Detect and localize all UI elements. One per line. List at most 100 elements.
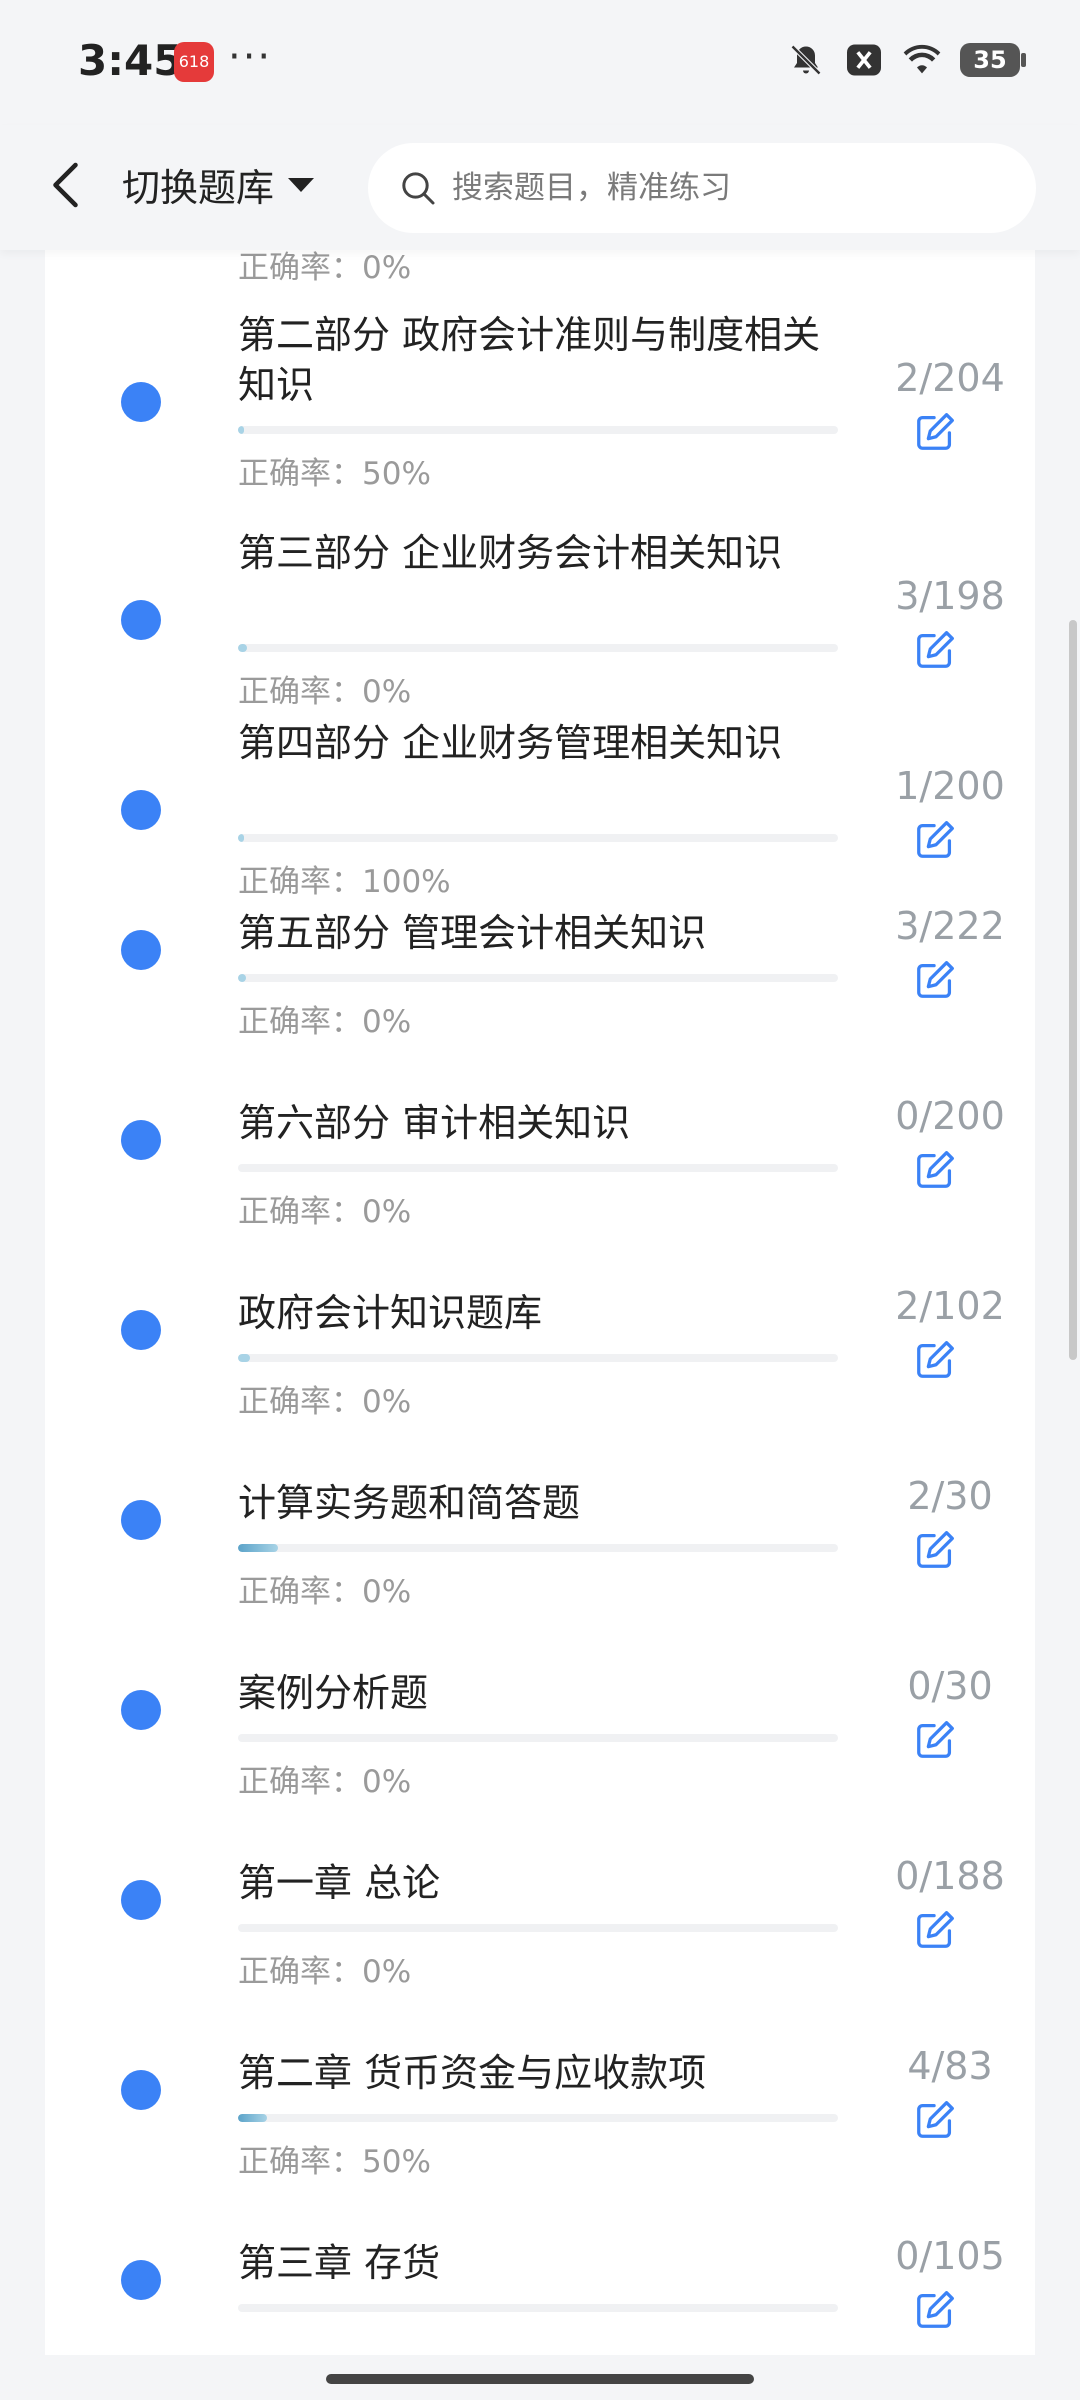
edit-icon[interactable] [913,626,959,672]
progress-count: 0/200 [895,1094,1005,1138]
progress-bar [238,1924,838,1932]
progress-fill [238,974,247,982]
item-title: 第五部分 管理会计相关知识 [238,911,707,955]
search-icon [402,172,435,205]
list-item[interactable]: 第五部分 管理会计相关知识正确率：0% 3/222 [45,904,1035,1098]
list-item[interactable]: 第四部分 企业财务管理相关知识正确率：100% 1/200 [45,718,1035,908]
list-item[interactable]: 第六部分 审计相关知识正确率：0% 0/200 [45,1094,1035,1288]
status-dot [121,600,161,640]
accuracy-text: 正确率：0% [238,1384,412,1420]
progress-bar [238,426,838,434]
item-title: 第三章 存货 [238,2241,441,2285]
switch-question-bank-button[interactable]: 切换题库 [122,157,315,212]
progress-count: 2/30 [907,1474,993,1518]
item-title: 第六部分 审计相关知识 [238,1101,631,1145]
accuracy-text: 正确率：50% [238,2144,431,2180]
battery-icon: 35 [960,43,1026,77]
status-dot [121,2260,161,2300]
edit-icon[interactable] [913,2286,959,2332]
progress-fill [238,1544,279,1552]
edit-icon[interactable] [913,1526,959,1572]
progress-count: 0/30 [907,1664,993,1708]
list-item[interactable]: 政府会计知识题库 正确率：0% 2/102 [45,1284,1035,1478]
bell-muted-icon [786,40,826,80]
status-dot [121,2070,161,2110]
wifi-icon [902,40,942,80]
list-item[interactable]: 第二部分 政府会计准则与制度相关知识正确率：50% 2/204 [45,310,1035,500]
accuracy-text: 正确率：50% [238,456,431,492]
progress-count: 3/198 [895,574,1005,618]
progress-bar [238,1734,838,1742]
progress-bar [238,2304,838,2312]
search-bar[interactable] [368,143,1036,233]
search-input[interactable] [450,169,1014,207]
progress-count: 2/204 [895,356,1005,400]
edit-icon[interactable] [913,2096,959,2142]
progress-count: 1/200 [895,764,1005,808]
edit-icon[interactable] [913,816,959,862]
home-indicator[interactable] [326,2374,754,2384]
item-title: 第二章 货币资金与应收款项 [238,2051,707,2095]
progress-count: 0/105 [895,2234,1005,2278]
progress-fill [238,1354,250,1362]
list-item[interactable]: 第三部分 企业财务会计相关知识 正确率：0% 3/198 [45,528,1035,718]
edit-icon[interactable] [913,1716,959,1762]
list-item[interactable]: 第一章 总论 正确率：0% 0/188 [45,1854,1035,2048]
status-dot [121,1880,161,1920]
status-dot [121,1310,161,1350]
list-item[interactable]: 第三章 存货 0/105 [45,2234,1035,2355]
progress-bar [238,1164,838,1172]
status-dot [121,1120,161,1160]
status-dot [121,382,161,422]
status-dot [121,1500,161,1540]
edit-icon[interactable] [913,1336,959,1382]
status-dot [121,790,161,830]
accuracy-text: 正确率：0% [238,1574,412,1610]
progress-bar [238,1354,838,1362]
accuracy-text: 正确率：0% [238,1954,412,1990]
progress-bar [238,974,838,982]
status-bar: 3:45 618 ··· 35 [0,0,1080,125]
chevron-left-icon [53,162,78,208]
status-icons: 35 [786,40,1026,80]
close-box-icon [844,40,884,80]
list-item[interactable]: 第二章 货币资金与应收款项正确率：50% 4/83 [45,2044,1035,2238]
progress-bar [238,644,838,652]
item-title: 计算实务题和简答题 [238,1481,581,1525]
item-title: 第三部分 企业财务会计相关知识 [238,531,783,575]
switch-question-bank-label: 切换题库 [122,166,275,210]
list-item[interactable]: 案例分析题 正确率：0% 0/30 [45,1664,1035,1858]
accuracy-text: 正确率：100% [238,864,451,900]
status-dot [121,930,161,970]
progress-bar [238,834,838,842]
edit-icon[interactable] [913,408,959,454]
progress-count: 3/222 [895,904,1005,948]
more-notifications-icon: ··· [228,34,273,80]
progress-fill [238,426,244,434]
edit-icon[interactable] [913,1906,959,1952]
progress-count: 4/83 [907,2044,993,2088]
list-item[interactable]: 计算实务题和简答题正确率：0% 2/30 [45,1474,1035,1668]
progress-fill [238,644,248,652]
item-title: 第四部分 企业财务管理相关知识 [238,721,783,765]
accuracy-text: 正确率：0% [238,1194,412,1230]
status-time: 3:45 [78,36,183,85]
progress-bar [238,2114,838,2122]
question-bank-list[interactable]: 正确率：0% 第二部分 政府会计准则与制度相关知识正确率：50% 2/204 第三部… [45,250,1035,2355]
progress-fill [238,2114,267,2122]
partial-accuracy-text: 正确率：0% [238,250,412,286]
scrollbar[interactable] [1069,620,1077,1360]
accuracy-text: 正确率：0% [238,1764,412,1800]
edit-icon[interactable] [913,956,959,1002]
item-title: 第一章 总论 [238,1861,441,1905]
edit-icon[interactable] [913,1146,959,1192]
status-dot [121,1690,161,1730]
item-title: 第二部分 政府会计准则与制度相关知识 [238,313,821,407]
back-button[interactable] [38,155,98,215]
progress-bar [238,1544,838,1552]
progress-fill [238,834,244,842]
top-header: 切换题库 [0,125,1080,250]
item-title: 政府会计知识题库 [238,1291,543,1335]
accuracy-text: 正确率：0% [238,1004,412,1040]
caret-down-icon [288,177,315,192]
